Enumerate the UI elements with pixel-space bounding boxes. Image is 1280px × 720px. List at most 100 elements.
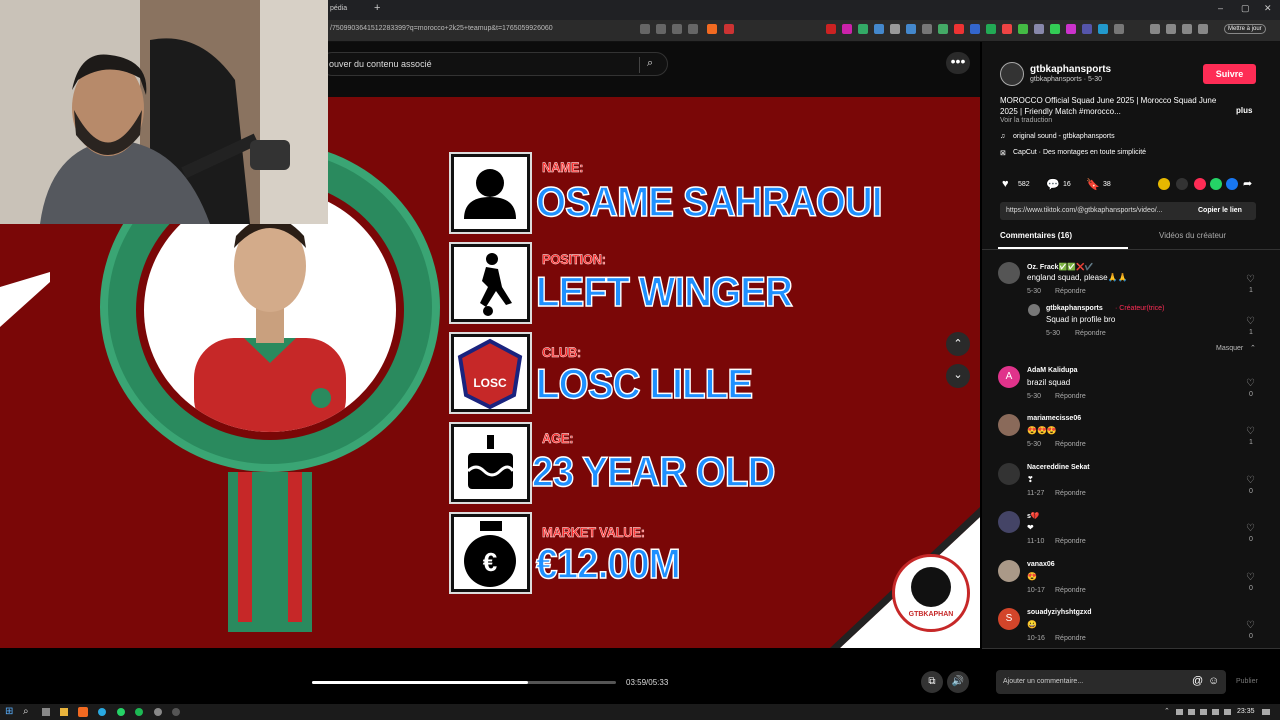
- comment-user[interactable]: AdaM Kalidupa: [1027, 367, 1078, 374]
- copy-link-button[interactable]: Copier le lien: [1198, 207, 1242, 214]
- tray-icon[interactable]: [1176, 709, 1183, 715]
- publish-button[interactable]: Publier: [1236, 678, 1258, 685]
- reply-button[interactable]: Répondre: [1055, 635, 1086, 642]
- reply-button[interactable]: Répondre: [1055, 490, 1086, 497]
- comment-like-icon[interactable]: ♡: [1246, 426, 1255, 437]
- previous-video-button[interactable]: ⌃: [946, 332, 970, 356]
- comment-like-icon[interactable]: ♡: [1246, 523, 1255, 534]
- app-icon[interactable]: [154, 708, 162, 716]
- extension-icon[interactable]: [970, 24, 980, 34]
- extension-icon[interactable]: [842, 24, 852, 34]
- close-icon[interactable]: ✕: [1264, 3, 1272, 14]
- more-link[interactable]: plus: [1236, 106, 1252, 115]
- tab-title[interactable]: pédia: [330, 5, 347, 12]
- comment-like-icon[interactable]: ♡: [1246, 620, 1255, 631]
- account-avatar[interactable]: [1000, 62, 1024, 86]
- extension-icon[interactable]: [986, 24, 996, 34]
- zoom-icon[interactable]: [688, 24, 698, 34]
- progress-track[interactable]: [312, 681, 616, 684]
- coin-icon[interactable]: [1158, 178, 1170, 190]
- comment-user[interactable]: souadyziyhshtgzxd: [1027, 609, 1092, 616]
- brave-icon[interactable]: [707, 24, 717, 34]
- reply-button[interactable]: Répondre: [1055, 587, 1086, 594]
- comment-user[interactable]: Nacereddine Sekat: [1027, 464, 1090, 471]
- clock[interactable]: 23:35: [1237, 708, 1255, 715]
- extension-icon[interactable]: [874, 24, 884, 34]
- comment-user[interactable]: s💔: [1027, 512, 1040, 520]
- comment-user[interactable]: Oz. Frack✅✅❌✔️: [1027, 263, 1093, 271]
- volume-icon[interactable]: 🔊: [947, 671, 969, 693]
- mention-icon[interactable]: @: [1192, 675, 1203, 687]
- extension-icon[interactable]: [1034, 24, 1044, 34]
- extension-icon[interactable]: [826, 24, 836, 34]
- comment-avatar[interactable]: [998, 414, 1020, 436]
- extension-icon[interactable]: [1114, 24, 1124, 34]
- facebook-icon[interactable]: [1226, 178, 1238, 190]
- comment-avatar[interactable]: [998, 511, 1020, 533]
- translate-link[interactable]: Voir la traduction: [1000, 117, 1052, 124]
- wallet-icon[interactable]: [1182, 24, 1192, 34]
- tab-comments[interactable]: Commentaires (16): [1000, 231, 1072, 240]
- extension-icon[interactable]: [906, 24, 916, 34]
- music-icon[interactable]: [1150, 24, 1160, 34]
- comment-like-icon[interactable]: ♡: [1246, 378, 1255, 389]
- comment-like-icon[interactable]: ♡: [1246, 475, 1255, 486]
- comment-like-icon[interactable]: ♡: [1246, 572, 1255, 583]
- share-tiktok-icon[interactable]: [1194, 178, 1206, 190]
- reply-button[interactable]: Répondre: [1075, 330, 1106, 337]
- url-text[interactable]: /7509903641512283399?q=morocco+2k25+team…: [330, 25, 553, 32]
- windows-start-icon[interactable]: ⊞: [5, 706, 13, 717]
- comment-user[interactable]: gtbkaphansports: [1046, 305, 1103, 312]
- extension-icon[interactable]: [858, 24, 868, 34]
- obs-icon[interactable]: [172, 708, 180, 716]
- account-name[interactable]: gtbkaphansports: [1030, 64, 1111, 75]
- reply-button[interactable]: Répondre: [1055, 538, 1086, 545]
- translate-icon[interactable]: [672, 24, 682, 34]
- reply-button[interactable]: Répondre: [1055, 288, 1086, 295]
- comment-input[interactable]: Ajouter un commentaire... @ ☺: [996, 670, 1226, 694]
- sound-link[interactable]: original sound - gtbkaphansports: [1013, 133, 1115, 140]
- comment-avatar[interactable]: [998, 560, 1020, 582]
- tray-icon[interactable]: [1188, 709, 1195, 715]
- hide-replies-button[interactable]: Masquer: [1216, 345, 1243, 352]
- related-search-input[interactable]: ouver du contenu associé ⌕: [320, 52, 668, 76]
- extension-icon[interactable]: [890, 24, 900, 34]
- comment-avatar[interactable]: [998, 463, 1020, 485]
- menu-icon[interactable]: [1198, 24, 1208, 34]
- notification-icon[interactable]: [1262, 709, 1270, 715]
- file-explorer-icon[interactable]: [60, 708, 68, 716]
- shield-icon[interactable]: [724, 24, 734, 34]
- comment-user[interactable]: vanax06: [1027, 561, 1055, 568]
- comment-like-icon[interactable]: ♡: [1246, 316, 1255, 327]
- comment-like-icon[interactable]: ♡: [1246, 274, 1255, 285]
- update-button[interactable]: Mettre à jour: [1224, 24, 1266, 34]
- whatsapp-icon[interactable]: [117, 708, 125, 716]
- extension-icon[interactable]: [1098, 24, 1108, 34]
- extension-icon[interactable]: [922, 24, 932, 34]
- whatsapp-icon[interactable]: [1210, 178, 1222, 190]
- extension-icon[interactable]: [1018, 24, 1028, 34]
- comment-icon[interactable]: 💬: [1046, 178, 1060, 191]
- search-icon[interactable]: ⌕: [647, 57, 653, 70]
- tab-creator-videos[interactable]: Vidéos du créateur: [1159, 231, 1226, 240]
- extension-icon[interactable]: [1082, 24, 1092, 34]
- reply-button[interactable]: Répondre: [1055, 441, 1086, 448]
- network-icon[interactable]: [1212, 709, 1219, 715]
- comment-avatar[interactable]: [998, 262, 1020, 284]
- extension-icon[interactable]: [1050, 24, 1060, 34]
- search-icon[interactable]: ⌕: [23, 706, 29, 717]
- comment-avatar[interactable]: A: [998, 366, 1020, 388]
- next-video-button[interactable]: ⌄: [946, 364, 970, 388]
- chevron-up-icon[interactable]: ⌃: [1250, 344, 1256, 352]
- maximize-icon[interactable]: ▢: [1241, 3, 1250, 14]
- minimize-icon[interactable]: –: [1218, 3, 1223, 13]
- emoji-icon[interactable]: ☺: [1208, 675, 1219, 687]
- new-tab-icon[interactable]: +: [374, 2, 380, 14]
- extension-icon[interactable]: [938, 24, 948, 34]
- capcut-link[interactable]: CapCut · Des montages en toute simplicit…: [1013, 149, 1146, 156]
- comment-avatar[interactable]: [1028, 304, 1040, 316]
- extension-icon[interactable]: [640, 24, 650, 34]
- more-options-button[interactable]: •••: [946, 52, 970, 74]
- captions-icon[interactable]: ⧉: [921, 671, 943, 693]
- extension-icon[interactable]: [954, 24, 964, 34]
